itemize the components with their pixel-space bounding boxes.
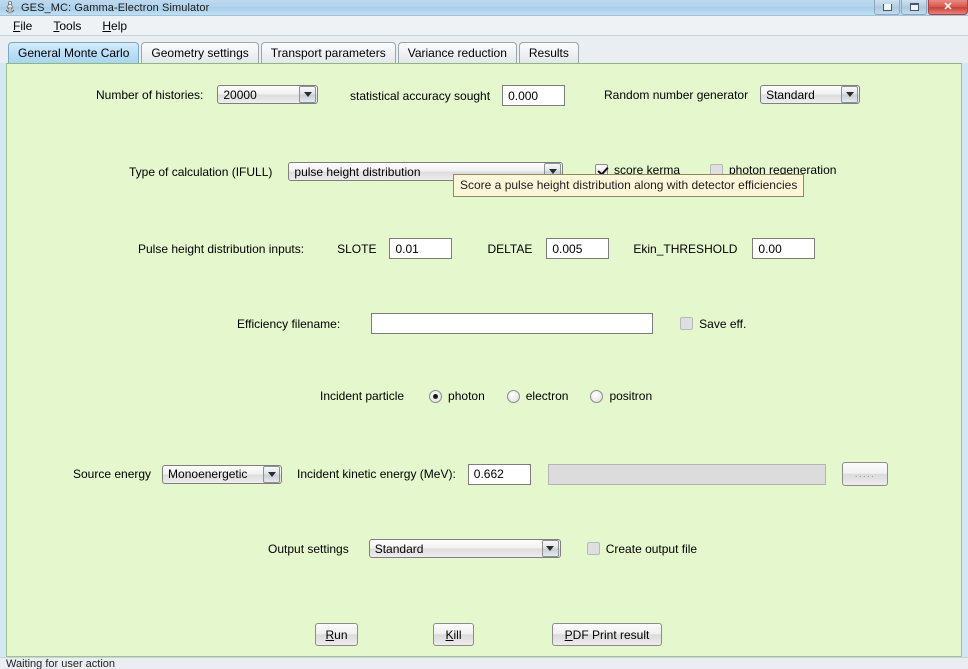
create-output-file-label: Create output file bbox=[605, 541, 698, 556]
kill-button[interactable]: Kill bbox=[433, 623, 474, 646]
ifull-tooltip: Score a pulse height distribution along … bbox=[453, 174, 805, 197]
radio-positron-label: positron bbox=[609, 389, 653, 403]
window-title: GES_MC: Gamma-Electron Simulator bbox=[21, 1, 210, 14]
pdf-mnemonic: P bbox=[564, 627, 573, 642]
close-button[interactable]: ✕ bbox=[928, 0, 968, 15]
rng-group: Random number generator Standard bbox=[604, 85, 861, 104]
action-buttons: Run Kill P DF Print result bbox=[315, 623, 662, 646]
application-window: GES_MC: Gamma-Electron Simulator ✕ File … bbox=[0, 0, 968, 669]
kinetic-energy-input[interactable]: 0.662 bbox=[467, 463, 531, 485]
menu-help-rest: elp bbox=[111, 18, 128, 33]
tab-strip-container: General Monte Carlo Geometry settings Tr… bbox=[0, 36, 968, 63]
save-eff-label: Save eff. bbox=[699, 316, 747, 331]
maximize-button[interactable] bbox=[901, 0, 927, 15]
chevron-down-icon[interactable] bbox=[263, 465, 281, 483]
run-button[interactable]: Run bbox=[315, 623, 358, 646]
menu-file-rest: ile bbox=[20, 18, 33, 33]
histories-combo[interactable]: 20000 bbox=[217, 85, 319, 104]
pdf-print-button[interactable]: P DF Print result bbox=[552, 623, 662, 646]
radio-selected-icon bbox=[429, 389, 443, 403]
run-mnemonic: R bbox=[325, 627, 335, 642]
tab-results[interactable]: Results bbox=[518, 42, 579, 63]
rng-value: Standard bbox=[766, 87, 815, 102]
menu-help-mnemonic: H bbox=[102, 18, 112, 33]
menu-bar: File Tools Help bbox=[0, 16, 968, 36]
spectrum-file-input bbox=[547, 463, 826, 485]
tab-geometry-settings[interactable]: Geometry settings bbox=[141, 42, 259, 63]
rng-combo[interactable]: Standard bbox=[760, 85, 861, 104]
checkbox-empty-icon bbox=[586, 542, 600, 555]
incident-particle-label: Incident particle bbox=[320, 389, 405, 403]
source-energy-group: Source energy Monoenergetic Incident kin… bbox=[73, 462, 888, 486]
general-monte-carlo-panel: Number of histories: 20000 statistical a… bbox=[6, 63, 962, 657]
output-settings-value: Standard bbox=[374, 541, 424, 556]
efficiency-filename-input[interactable] bbox=[371, 313, 654, 334]
deltae-label: DELTAE bbox=[487, 241, 533, 256]
kill-rest: ill bbox=[453, 627, 462, 642]
chevron-down-icon[interactable] bbox=[541, 540, 559, 557]
checkbox-empty-icon bbox=[680, 317, 694, 330]
rng-label: Random number generator bbox=[604, 87, 749, 102]
minimize-button[interactable] bbox=[874, 0, 900, 15]
close-icon: ✕ bbox=[943, 0, 953, 13]
output-settings-combo[interactable]: Standard bbox=[368, 539, 561, 558]
accuracy-input[interactable]: 0.000 bbox=[502, 85, 566, 106]
source-energy-value: Monoenergetic bbox=[168, 467, 248, 481]
menu-tools[interactable]: Tools bbox=[50, 18, 91, 34]
menu-help[interactable]: Help bbox=[99, 18, 137, 34]
menu-tools-rest: ools bbox=[59, 18, 82, 33]
histories-value: 20000 bbox=[223, 87, 257, 102]
maximize-icon bbox=[909, 3, 919, 11]
deltae-input[interactable]: 0.005 bbox=[546, 238, 610, 259]
title-bar: GES_MC: Gamma-Electron Simulator ✕ bbox=[0, 0, 968, 16]
source-energy-label: Source energy bbox=[73, 467, 152, 481]
save-eff-checkbox[interactable]: Save eff. bbox=[680, 317, 746, 331]
efficiency-filename-label: Efficiency filename: bbox=[237, 316, 341, 331]
histories-group: Number of histories: 20000 bbox=[96, 85, 319, 104]
browse-button[interactable]: ..... bbox=[841, 462, 888, 486]
incident-particle-group: Incident particle photon electron positr… bbox=[320, 389, 652, 403]
output-settings-group: Output settings Standard Create output f… bbox=[268, 539, 697, 558]
output-settings-label: Output settings bbox=[268, 541, 349, 556]
slote-input[interactable]: 0.01 bbox=[389, 238, 453, 259]
window-controls: ✕ bbox=[874, 0, 968, 16]
radio-empty-icon bbox=[506, 389, 520, 403]
histories-label: Number of histories: bbox=[96, 87, 204, 102]
tab-general-monte-carlo[interactable]: General Monte Carlo bbox=[8, 42, 140, 63]
tab-transport-parameters[interactable]: Transport parameters bbox=[260, 42, 396, 63]
accuracy-group: statistical accuracy sought 0.000 bbox=[350, 85, 566, 106]
pdf-rest: DF Print result bbox=[572, 627, 650, 642]
tab-variance-reduction[interactable]: Variance reduction bbox=[397, 42, 517, 63]
app-icon bbox=[3, 0, 17, 15]
kinetic-energy-label: Incident kinetic energy (MeV): bbox=[297, 467, 456, 481]
create-output-file-checkbox[interactable]: Create output file bbox=[586, 541, 698, 556]
chevron-down-icon[interactable] bbox=[299, 86, 317, 103]
chevron-down-icon[interactable] bbox=[841, 86, 859, 103]
source-energy-combo[interactable]: Monoenergetic bbox=[162, 464, 283, 484]
radio-positron[interactable]: positron bbox=[590, 389, 652, 403]
ekin-threshold-input[interactable]: 0.00 bbox=[752, 238, 816, 259]
radio-electron-label: electron bbox=[525, 389, 569, 403]
radio-photon[interactable]: photon bbox=[429, 389, 485, 403]
efficiency-filename-group: Efficiency filename: Save eff. bbox=[237, 313, 746, 334]
radio-photon-label: photon bbox=[448, 389, 485, 403]
menu-file[interactable]: File bbox=[10, 18, 42, 34]
phd-inputs-label: Pulse height distribution inputs: bbox=[138, 241, 305, 256]
minimize-icon bbox=[882, 3, 892, 11]
slote-label: SLOTE bbox=[337, 241, 377, 256]
radio-empty-icon bbox=[590, 389, 604, 403]
ifull-label: Type of calculation (IFULL) bbox=[129, 164, 273, 179]
tab-strip: General Monte Carlo Geometry settings Tr… bbox=[8, 41, 968, 63]
phd-inputs-group: Pulse height distribution inputs: SLOTE … bbox=[138, 238, 816, 259]
status-bar: Waiting for user action bbox=[0, 657, 968, 669]
run-rest: un bbox=[334, 627, 348, 642]
accuracy-label: statistical accuracy sought bbox=[350, 88, 491, 103]
kill-mnemonic: K bbox=[445, 627, 454, 642]
radio-electron[interactable]: electron bbox=[506, 389, 569, 403]
ekin-threshold-label: Ekin_THRESHOLD bbox=[633, 241, 738, 256]
